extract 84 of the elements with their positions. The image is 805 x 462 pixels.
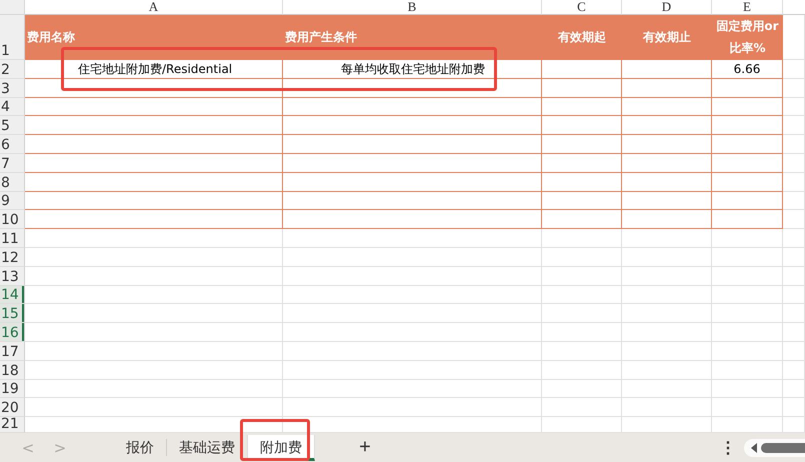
row-header[interactable]: 14 [0, 286, 25, 304]
table-cell[interactable] [622, 78, 712, 98]
add-sheet-button[interactable]: + [355, 436, 375, 459]
row-header[interactable]: 13 [0, 266, 25, 286]
table-cell[interactable] [712, 154, 783, 173]
row-header[interactable]: 11 [0, 229, 25, 248]
table-cell[interactable] [542, 78, 622, 98]
table-cell[interactable] [25, 98, 283, 116]
table-cell[interactable] [25, 135, 283, 154]
header-cell: 费用产生条件 [283, 15, 542, 60]
table-cell[interactable] [622, 98, 712, 116]
table-cell[interactable] [712, 172, 783, 192]
row-header[interactable]: 17 [0, 342, 25, 361]
table-cell[interactable] [622, 192, 712, 210]
column-header[interactable]: B [283, 0, 542, 15]
row-header[interactable]: 19 [0, 380, 25, 398]
table-cell[interactable]: 住宅地址附加费/Residential [25, 60, 283, 79]
row-header[interactable]: 15 [0, 304, 25, 324]
table-cell[interactable] [542, 154, 622, 173]
row-header[interactable]: 3 [0, 78, 25, 98]
more-button[interactable]: ⋮ [720, 438, 732, 458]
table-cell[interactable] [712, 135, 783, 154]
table-cell[interactable] [622, 135, 712, 154]
row-header[interactable]: 20 [0, 398, 25, 418]
annotation-box [240, 419, 310, 461]
table-cell[interactable] [622, 60, 712, 79]
table-cell[interactable] [712, 78, 783, 98]
table-cell[interactable] [283, 192, 542, 210]
table-cell[interactable] [25, 172, 283, 192]
table-cell[interactable] [622, 210, 712, 230]
column-header[interactable]: E [712, 0, 783, 15]
table-cell[interactable] [712, 192, 783, 210]
table-cell[interactable] [283, 135, 542, 154]
table-cell[interactable]: 每单均收取住宅地址附加费 [283, 60, 542, 79]
table-cell[interactable] [622, 154, 712, 173]
scrollbar[interactable] [744, 438, 805, 456]
column-header[interactable]: D [622, 0, 712, 15]
column-header[interactable]: A [25, 0, 283, 15]
scroll-left-icon[interactable] [751, 442, 757, 452]
table-cell[interactable] [25, 78, 283, 98]
table-cell[interactable] [25, 192, 283, 210]
row-header[interactable]: 7 [0, 154, 25, 173]
table-cell[interactable] [542, 192, 622, 210]
table-cell[interactable] [283, 78, 542, 98]
table-cell[interactable] [25, 210, 283, 230]
header-cell: 有效期起 [542, 15, 622, 60]
row-header[interactable]: 12 [0, 248, 25, 267]
table-cell[interactable] [542, 98, 622, 116]
table-cell[interactable] [283, 210, 542, 230]
table-cell[interactable] [283, 172, 542, 192]
table-cell[interactable] [283, 98, 542, 116]
row-header[interactable]: 10 [0, 210, 25, 230]
table-cell[interactable] [542, 116, 622, 136]
table-cell[interactable] [283, 154, 542, 173]
header-cell: 费用名称 [25, 15, 283, 60]
column-header[interactable]: C [542, 0, 622, 15]
table-cell[interactable] [542, 210, 622, 230]
table-cell[interactable] [542, 172, 622, 192]
table-cell[interactable] [712, 98, 783, 116]
table-cell[interactable] [25, 116, 283, 136]
table-cell[interactable] [712, 116, 783, 136]
table-cell[interactable] [622, 116, 712, 136]
header-cell: 有效期止 [622, 15, 712, 60]
row-header[interactable]: 5 [0, 116, 25, 136]
sheet-tab[interactable]: 报价 [114, 433, 166, 462]
row-header[interactable]: 9 [0, 192, 25, 210]
row-header[interactable]: 18 [0, 360, 25, 380]
row-header[interactable]: 6 [0, 135, 25, 154]
table-cell[interactable] [283, 116, 542, 136]
table-cell[interactable] [622, 172, 712, 192]
table-cell[interactable] [25, 154, 283, 173]
table-cell[interactable]: 6.66 [712, 60, 783, 79]
row-header[interactable]: 16 [0, 323, 25, 342]
table-cell[interactable] [712, 210, 783, 230]
header-cell: 固定费用or比率% [712, 15, 783, 60]
row-header[interactable]: 1 [0, 15, 25, 60]
select-all-corner[interactable] [0, 0, 25, 15]
table-cell[interactable] [542, 135, 622, 154]
table-cell[interactable] [542, 60, 622, 79]
row-header[interactable]: 21 [0, 417, 25, 433]
row-header[interactable]: 4 [0, 98, 25, 116]
row-header[interactable]: 2 [0, 60, 25, 79]
sheet-tab[interactable]: 基础运费 [167, 433, 247, 462]
row-header[interactable]: 8 [0, 172, 25, 192]
